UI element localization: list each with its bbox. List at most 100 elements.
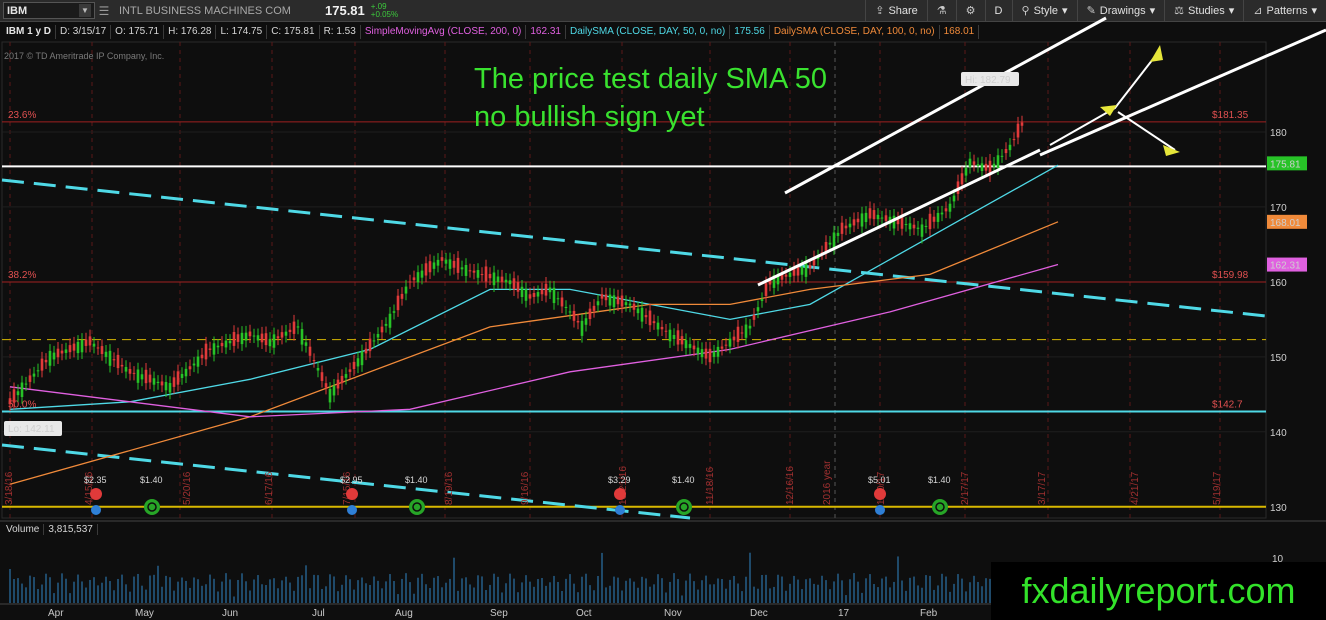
candle-body	[224, 340, 228, 348]
volume-bar	[905, 590, 907, 603]
volume-bar	[873, 584, 875, 603]
volume-bar	[737, 583, 739, 603]
candle-body	[852, 219, 856, 226]
candle-body	[688, 344, 692, 348]
candle-body	[920, 224, 924, 237]
candle-body	[376, 334, 380, 338]
sma100-label[interactable]: DailySMA (CLOSE, DAY, 100, 0, no)	[770, 25, 940, 39]
y-tick-label: 140	[1270, 428, 1287, 439]
volume-bar	[417, 577, 419, 603]
volume-bar	[365, 583, 367, 603]
candle-body	[240, 332, 244, 345]
candle-body	[348, 369, 352, 372]
vertical-date-label: 6/17/16	[264, 471, 275, 505]
candle-body	[736, 326, 740, 342]
candle-body	[648, 310, 652, 326]
volume-bar	[641, 576, 643, 603]
candle-body	[200, 354, 204, 359]
candle-body	[308, 346, 312, 356]
candle-body	[848, 223, 852, 228]
candle-body	[508, 280, 512, 285]
volume-bar	[361, 577, 363, 603]
sma200-value: 162.31	[526, 25, 566, 39]
volume-label: Volume	[2, 524, 45, 535]
volume-bar	[497, 576, 499, 603]
month-label: Apr	[48, 608, 64, 619]
volume-bar	[729, 579, 731, 603]
candle-body	[1016, 123, 1020, 138]
volume-bar	[601, 552, 603, 603]
candle-body	[196, 356, 200, 367]
sma200-label[interactable]: SimpleMovingAvg (CLOSE, 200, 0)	[361, 25, 527, 39]
volume-bar	[145, 589, 147, 603]
annotation-line-1: The price test daily SMA 50	[474, 63, 827, 95]
volume-bar	[393, 581, 395, 603]
candle-body	[996, 155, 1000, 169]
candle-body	[296, 326, 300, 328]
volume-bar	[409, 582, 411, 603]
event-marker	[875, 505, 885, 515]
volume-bar	[465, 577, 467, 603]
volume-bar	[801, 589, 803, 603]
volume-bar	[797, 579, 799, 603]
volume-bar	[245, 581, 247, 603]
volume-bar	[117, 578, 119, 603]
volume-bar	[141, 585, 143, 603]
volume-bar	[893, 581, 895, 603]
volume-bar	[621, 590, 623, 603]
candle-body	[916, 227, 920, 229]
volume-bar	[789, 583, 791, 603]
candle-body	[256, 335, 260, 341]
candle-body	[168, 383, 172, 393]
volume-value: 3,815,537	[44, 524, 98, 535]
vertical-date-label: 5/19/17	[1212, 471, 1223, 505]
volume-bar	[533, 586, 535, 603]
vertical-date-label: 4/21/17	[1130, 471, 1141, 505]
volume-bar	[305, 565, 307, 603]
vertical-date-label: 12/16/16	[785, 466, 796, 505]
volume-bar	[521, 582, 523, 603]
dividend-marker	[932, 499, 948, 515]
candle-body	[564, 306, 568, 308]
symbol-period[interactable]: IBM 1 y D	[2, 25, 57, 39]
volume-bar	[821, 575, 823, 603]
volume-bar	[209, 574, 211, 603]
volume-bar	[429, 588, 431, 603]
volume-bar	[433, 577, 435, 603]
candle-body	[804, 262, 808, 277]
candle-body	[208, 348, 212, 350]
candle-body	[40, 358, 44, 371]
candle-body	[356, 358, 360, 367]
volume-bar	[281, 580, 283, 603]
candle-body	[252, 335, 256, 337]
arrow-up-path	[1049, 49, 1161, 146]
y-tick-label: 170	[1270, 203, 1287, 214]
volume-bar	[213, 578, 215, 603]
volume-bar	[93, 577, 95, 603]
volume-bar	[581, 576, 583, 603]
volume-bar	[509, 573, 511, 603]
volume-bar	[113, 590, 115, 603]
fib-pct-label: 23.6%	[8, 110, 36, 121]
volume-bar	[941, 573, 943, 603]
candle-body	[572, 310, 576, 321]
sma50-label[interactable]: DailySMA (CLOSE, DAY, 50, 0, no)	[566, 25, 731, 39]
candle-body	[568, 311, 572, 313]
candle-body	[908, 223, 912, 230]
volume-bar	[877, 587, 879, 603]
channel-lower-line	[757, 148, 1041, 287]
candle-body	[16, 391, 20, 396]
volume-bar	[321, 588, 323, 603]
candle-body	[28, 375, 32, 382]
candle-body	[976, 164, 980, 166]
candle-body	[664, 330, 668, 332]
volume-bar	[345, 575, 347, 603]
candle-body	[936, 212, 940, 222]
candle-body	[416, 272, 420, 283]
volume-bar	[329, 574, 331, 603]
downtrend-line-upper	[1, 178, 1267, 318]
candle-body	[652, 321, 656, 324]
candle-body	[80, 339, 84, 353]
candle-body	[288, 329, 292, 333]
vertical-date-label: 2016 year	[822, 460, 833, 505]
